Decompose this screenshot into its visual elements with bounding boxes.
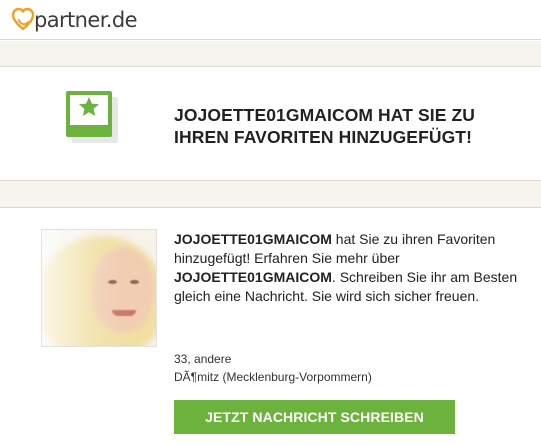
age-line: 33, andere <box>174 352 232 366</box>
partner-logo[interactable]: partner.de <box>12 5 138 35</box>
profile-name-link-2[interactable]: JOJOETTE01GMAICOM <box>174 269 332 285</box>
profile-photo[interactable] <box>41 229 157 347</box>
header: partner.de <box>0 0 541 40</box>
location-line: DÃ¶mitz (Mecklenburg-Vorpommern) <box>174 370 372 384</box>
heart-logo-icon <box>12 7 34 31</box>
notification-banner: JOJOETTE01GMAICOM HAT SIE ZU IHREN FAVOR… <box>0 68 541 180</box>
write-message-button[interactable]: JETZT NACHRICHT SCHREIBEN <box>174 400 455 434</box>
logo-text: partner.de <box>34 8 138 32</box>
favorite-star-icon <box>66 91 118 143</box>
profile-section: JOJOETTE01GMAICOM hat Sie zu ihren Favor… <box>0 209 541 446</box>
profile-name-link[interactable]: JOJOETTE01GMAICOM <box>174 231 332 247</box>
divider-strip-top <box>0 41 541 67</box>
divider-strip-middle <box>0 180 541 208</box>
banner-title: JOJOETTE01GMAICOM HAT SIE ZU IHREN FAVOR… <box>174 105 475 147</box>
profile-meta: 33, andere DÃ¶mitz (Mecklenburg-Vorpomme… <box>174 350 372 386</box>
notification-message: JOJOETTE01GMAICOM hat Sie zu ihren Favor… <box>174 230 519 306</box>
